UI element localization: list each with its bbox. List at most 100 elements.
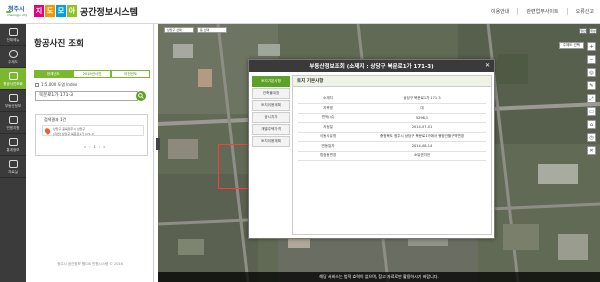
title-tile: 모 [56,5,66,17]
row-value: 2014-07-01 [358,122,486,133]
dong-select[interactable]: 동 선택 [197,27,227,33]
zoom-out-icon[interactable]: − [587,55,596,64]
list-item[interactable]: 상당구 충북청주시 상당구 [지번] 상당구 북문로1가 171-3 [42,125,144,136]
row-value: 충청북도 청주시 상당구 북문로1가에서 행정관할구역변경 [358,132,486,142]
home-icon[interactable]: ⌂ [587,120,596,129]
row-value: 5298.1 [358,113,486,123]
tab-current-year[interactable]: 현재년도 [34,70,73,78]
nav-label: 주제도 [8,59,18,64]
building-icon [8,93,18,102]
panel-collapse-handle[interactable] [156,138,160,150]
city-logo[interactable]: 청주시 cheongju city [6,3,30,21]
dialog-header: 부동산정보조회 (소재지 : 상당구 북문로1가 171-3) ✕ [249,60,494,72]
nav-item-real-estate[interactable]: 부동산정보 [0,90,26,112]
search-button[interactable] [136,91,146,101]
row-value: 상당구 북문로1가 171-3 [358,94,486,104]
nav-label: 전체메뉴 [6,37,20,42]
nav-item-theme-map[interactable]: 주제도 [0,46,26,68]
link-related-sites[interactable]: 관련업무사이트 [517,8,559,15]
nav-item-civil-service[interactable]: 민원지원 [0,112,26,134]
table-row: 소재지 상당구 북문로1가 171-3 [298,94,486,104]
real-estate-info-dialog: 부동산정보조회 (소재지 : 상당구 북문로1가 171-3) ✕ 토지기본사항… [248,59,495,239]
table-row: 지정일 2014-07-01 [298,122,486,133]
row-label: 지정일 [298,122,358,133]
table-row: 면적(㎡) 5298.1 [298,113,486,123]
page-last[interactable]: » [103,145,105,149]
nav-item-statistics[interactable]: 통계정보 [0,134,26,156]
link-guide[interactable]: 이용안내 [491,8,509,15]
page-number[interactable]: 1 [94,145,96,149]
table-row: 이동사유명 충청북도 청주시 상당구 북문로1가에서 행정관할구역변경 [298,132,486,142]
row-value: 대 [358,103,486,114]
page-prev[interactable]: ‹ [89,145,90,149]
theme-map-select[interactable]: 주제도 선택 [558,42,584,49]
map-toolbar: + − ◎ ✎ ⤢ ▭ ⌂ ◷ ✕ [587,42,596,155]
measure-icon[interactable]: ⤢ [587,94,596,103]
row-label: 면적(㎡) [298,113,358,123]
title-tile: 지 [34,5,44,17]
left-nav: 전체메뉴 주제도 항공사진조회 부동산정보 민원지원 통계정보 자료실 [0,24,26,282]
nav-label: 통계정보 [6,147,20,152]
view-normal-button[interactable]: 일반 [579,28,587,34]
nav-label: 부동산정보 [4,103,22,108]
page-next[interactable]: › [99,145,100,149]
app-title: 공간정보시스템 [80,8,138,18]
document-icon [8,115,18,124]
dialog-tabs: 토지기본사항 건축물대장 토지이용계획 공시지가 개별주택가격 토지이용계획 [252,76,290,148]
app-title-tiles: 지 도 모 아 [34,5,77,17]
nav-item-aerial-photo[interactable]: 항공사진조회 [0,68,26,90]
zoom-in-icon[interactable]: + [587,42,596,51]
nav-item-archive[interactable]: 자료실 [0,156,26,178]
nav-label: 민원지원 [6,125,20,130]
row-label: 법정동변경 [298,151,358,161]
panel-title: 항공사진 조회 [34,39,84,49]
table-row: 지목명 대 [298,103,486,114]
year-tabs: 현재년도 2019년사진 이전년도 [34,70,151,78]
page-first[interactable]: « [84,145,86,149]
title-tile: 아 [67,5,77,17]
search-results: 검색결과 1건 상당구 충북청주시 상당구 [지번] 상당구 북문로1가 171… [35,114,148,156]
link-report-error[interactable]: 오류신고 [566,8,594,15]
locate-icon[interactable]: ◎ [587,68,596,77]
index-checkbox[interactable] [35,83,39,87]
close-icon[interactable]: ✕ [485,62,490,69]
dialog-title: 부동산정보조회 (소재지 : 상당구 북문로1가 171-3) [309,64,434,70]
map-location-selects: 상당구 선택 동 선택 [164,27,227,33]
search-icon [138,93,144,99]
address-search-input[interactable]: 북문로1가 171-3 [35,91,138,101]
aerial-photo-panel: 항공사진 조회 현재년도 2019년사진 이전년도 1:5,000 도엽 Ind… [26,24,154,282]
map-view-toggle: 일반 위성 [579,28,597,34]
index-option[interactable]: 1:5,000 도엽 Index [35,82,77,88]
area-icon[interactable]: ▭ [587,107,596,116]
tab-house-price[interactable]: 개별주택가격 [252,124,290,135]
view-satellite-button[interactable]: 위성 [589,28,597,34]
result-parcel: [지번] 상당구 북문로1가 171-3 [53,132,94,136]
history-icon[interactable]: ◷ [587,133,596,142]
nav-label: 자료실 [8,169,18,174]
row-value: 2014-08-14 [358,141,486,152]
airplane-icon [8,71,18,80]
folder-icon [8,159,18,168]
tab-land-use-plan[interactable]: 토지이용계획 [252,100,290,111]
nav-item-all-menu[interactable]: 전체메뉴 [0,24,26,46]
draw-icon[interactable]: ✎ [587,81,596,90]
map-disclaimer: 해당 서비스는 법적 효력이 없으며, 참고 자료로만 활용하시기 바랍니다. [158,272,600,282]
section-title: 토지 기본사항 [293,76,491,87]
tab-official-price[interactable]: 공시지가 [252,112,290,123]
pagination: « ‹ 1 › » [84,145,105,149]
clear-icon[interactable]: ✕ [587,146,596,155]
logo-subtitle: cheongju city [7,13,28,17]
table-row: 법정동변경 소유권이전 [298,151,486,161]
nav-label: 항공사진조회 [3,81,23,86]
tab-previous-year[interactable]: 이전년도 [111,70,151,78]
tab-land-basic[interactable]: 토지기본사항 [252,76,290,87]
compass-icon [8,49,18,58]
district-select[interactable]: 상당구 선택 [164,27,194,33]
result-address: 상당구 충북청주시 상당구 [53,127,86,131]
result-count: 검색결과 1건 [44,117,67,122]
tab-building-register[interactable]: 건축물대장 [252,88,290,99]
top-links: 이용안내 관련업무사이트 오류신고 [491,8,594,15]
tab-land-use-plan-2[interactable]: 토지이용계획 [252,136,290,147]
tab-2019[interactable]: 2019년사진 [72,70,112,78]
map-pin-icon [43,127,52,135]
